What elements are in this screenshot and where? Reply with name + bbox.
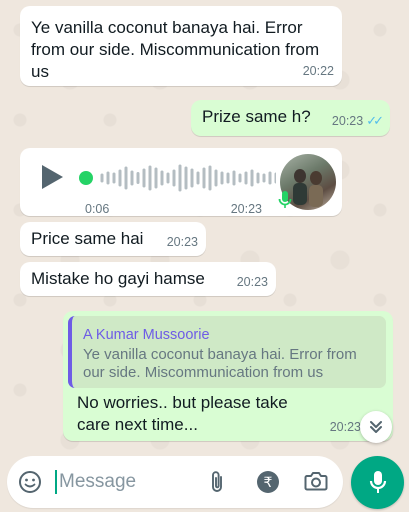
waveform[interactable] xyxy=(96,162,276,194)
camera-icon[interactable] xyxy=(304,470,328,492)
quoted-message[interactable]: A Kumar Mussoorie Ye vanilla coconut ban… xyxy=(68,316,386,388)
svg-text:₹: ₹ xyxy=(264,475,273,491)
incoming-message[interactable]: Price same hai 20:23 xyxy=(20,222,206,256)
outgoing-reply-message[interactable]: A Kumar Mussoorie Ye vanilla coconut ban… xyxy=(63,311,393,441)
playback-position-dot[interactable] xyxy=(79,171,93,185)
chevron-double-down-icon xyxy=(370,421,382,433)
chat-area[interactable]: Ye vanilla coconut banaya hai. Error fro… xyxy=(0,0,409,512)
voice-record-button[interactable] xyxy=(351,456,404,509)
attach-icon[interactable] xyxy=(207,470,227,494)
mic-icon xyxy=(369,470,386,493)
message-composer: ₹ xyxy=(7,456,343,508)
message-time: 20:23 xyxy=(166,235,198,249)
message-text: Price same hai xyxy=(31,229,144,248)
mic-icon xyxy=(278,191,292,208)
quoted-text: Ye vanilla coconut banaya hai. Error fro… xyxy=(83,346,357,381)
message-time: 20:23 xyxy=(329,420,361,434)
outgoing-message[interactable]: Prize same h? 20:23 ✓✓ xyxy=(191,100,390,136)
emoji-icon[interactable] xyxy=(18,470,42,494)
voice-message[interactable]: 0:06 20:23 xyxy=(20,148,342,216)
play-icon[interactable] xyxy=(42,165,63,189)
text-cursor xyxy=(55,470,57,494)
quoted-author: A Kumar Mussoorie xyxy=(83,327,210,343)
message-time: 20:23 xyxy=(230,202,262,216)
message-input[interactable] xyxy=(59,469,194,495)
incoming-message[interactable]: Mistake ho gayi hamse 20:23 xyxy=(20,262,276,296)
rupee-icon[interactable]: ₹ xyxy=(255,469,281,495)
message-text: No worries.. but please take care next t… xyxy=(77,393,288,434)
message-text: Ye vanilla coconut banaya hai. Error fro… xyxy=(31,18,320,81)
double-tick-icon: ✓✓ xyxy=(366,113,384,128)
incoming-message[interactable]: Ye vanilla coconut banaya hai. Error fro… xyxy=(20,6,342,86)
message-time: 20:23 xyxy=(236,275,268,289)
message-text: Mistake ho gayi hamse xyxy=(31,269,205,288)
scroll-to-bottom-button[interactable] xyxy=(360,411,392,443)
message-time: 20:23 xyxy=(331,114,364,128)
voice-duration: 0:06 xyxy=(85,202,110,216)
message-time: 20:22 xyxy=(302,64,334,78)
message-text: Prize same h? xyxy=(202,107,311,126)
